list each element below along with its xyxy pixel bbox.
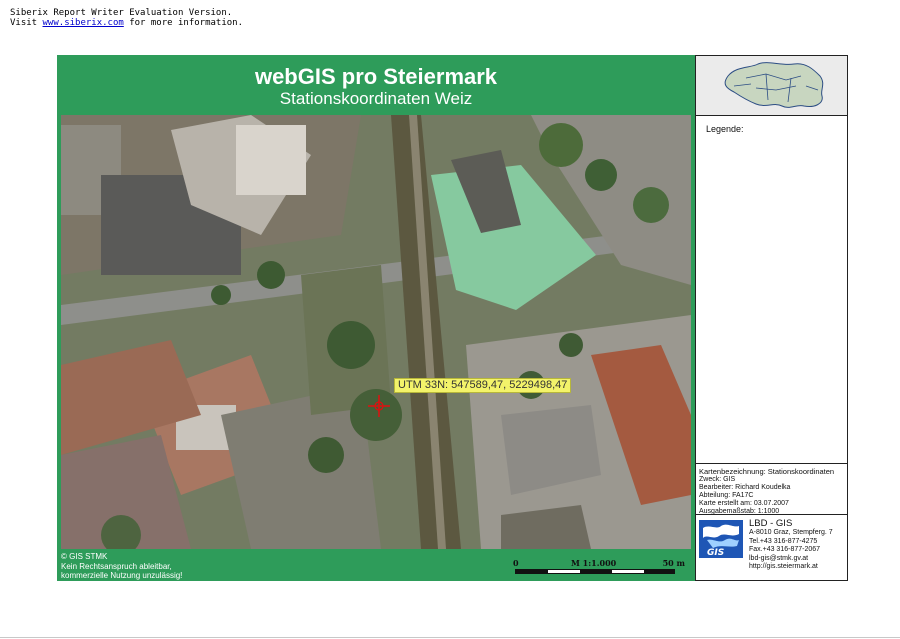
report-header: webGIS pro Steiermark Stationskoordinate… [57,55,695,115]
copyright-text: © GIS STMK [61,552,108,561]
gis-logo-icon: GIS [699,520,743,558]
side-panel: Legende: Kartenbezeichnung: Stationskoor… [695,55,848,581]
info-text: for more information. [123,18,244,28]
metadata-created: Karte erstellt am: 03.07.2007 [699,500,789,507]
evaluation-notice: Siberix Report Writer Evaluation Version… [10,8,243,28]
metadata-editor: Bearbeiter: Richard Koudelka [699,484,791,491]
report-title: webGIS pro Steiermark [254,64,498,89]
evaluation-notice-line: Siberix Report Writer Evaluation Version… [10,8,233,18]
map-metadata: Kartenbezeichnung: Stationskoordinaten Z… [699,468,847,516]
organization-tel: Tel.+43 316-877-4275 [749,537,818,545]
organization-email[interactable]: lbd-gis@stmk.gv.at [749,555,833,564]
organization-contact: LBD - GIS A-8010 Graz, Stempferg. 7 Tel.… [749,518,833,572]
legend-area: Legende: [696,116,847,464]
map-report: webGIS pro Steiermark Stationskoordinate… [57,55,848,581]
overview-map[interactable] [696,56,847,116]
organization-web[interactable]: http://gis.steiermark.at [749,563,833,572]
copyright-footer: © GIS STMK Kein Rechtsanspruch ableitbar… [61,552,182,581]
disclaimer-line-2: kommerzielle Nutzung unzulässig! [61,571,183,580]
scale-bar: 0 M 1:1.000 50 m [509,556,689,578]
organization-fax: Fax.+43 316-877-2067 [749,546,821,553]
styria-outline [724,62,824,108]
scale-ratio-label: M 1:1.000 [571,558,617,568]
legend-title: Legende: [706,124,744,134]
report-subtitle: Stationskoordinaten Weiz [279,89,473,108]
svg-text:GIS: GIS [707,548,724,558]
scale-start-label: 0 [513,558,519,568]
scale-track [515,569,675,574]
scale-end-label: 50 m [662,558,685,568]
organization-address: A-8010 Graz, Stempferg. 7 [749,529,833,536]
disclaimer-line-1: Kein Rechtsanspruch ableitbar, [61,561,172,571]
visit-text: Visit [10,18,43,28]
aerial-map[interactable]: UTM 33N: 547589,47, 5229498,47 [61,115,691,549]
evaluation-notice-visit: Visit www.siberix.com for more informati… [10,18,243,28]
page-bottom-rule [0,637,900,638]
organization-block: GIS LBD - GIS A-8010 Graz, Stempferg. 7 … [696,514,847,580]
aerial-photo [61,115,691,549]
metadata-purpose: Zweck: GIS [699,476,736,483]
crosshair-icon [368,395,390,417]
metadata-department: Abteilung: FA17C [699,492,754,499]
coordinate-label: UTM 33N: 547589,47, 5229498,47 [394,378,572,393]
metadata-map-name: Kartenbezeichnung: Stationskoordinaten [699,468,835,476]
siberix-link[interactable]: www.siberix.com [43,18,124,28]
organization-name: LBD - GIS [749,518,793,529]
map-panel: webGIS pro Steiermark Stationskoordinate… [57,55,695,581]
